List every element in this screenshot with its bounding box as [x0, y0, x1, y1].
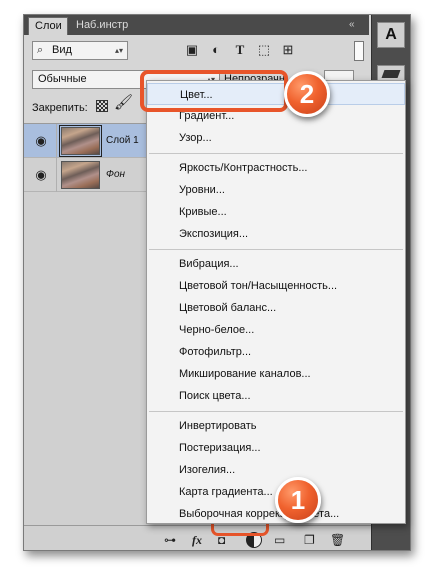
folder-icon[interactable]: ▭: [274, 532, 285, 548]
menu-item-color-lookup[interactable]: Поиск цвета...: [147, 385, 405, 407]
callout-step-1: 1: [275, 477, 321, 523]
menu-item-black-white[interactable]: Черно-белое...: [147, 319, 405, 341]
color-item-highlight: [140, 70, 288, 112]
screenshot-stage: Слои Наб.инстр « A ⌕ Вид ▴▾ ▣ ◐ T ⬚ ⊞ Об…: [0, 0, 433, 577]
menu-item-photo-filter[interactable]: Фотофильтр...: [147, 341, 405, 363]
trash-icon[interactable]: 🗑: [330, 532, 345, 548]
smart-object-filter-icon[interactable]: ⊞: [280, 42, 296, 58]
layer-name[interactable]: Фон: [106, 169, 125, 180]
type-filter-icon[interactable]: T: [232, 42, 248, 58]
tab-layers[interactable]: Слои: [28, 17, 68, 35]
spinner-icon: ▴▾: [114, 46, 123, 55]
divider: [56, 158, 57, 192]
layer-name[interactable]: Слой 1: [106, 135, 139, 146]
layer-thumbnail[interactable]: [61, 161, 100, 189]
menu-item-posterize[interactable]: Постеризация...: [147, 437, 405, 459]
menu-item-exposure[interactable]: Экспозиция...: [147, 223, 405, 245]
menu-separator: [149, 153, 403, 154]
panel-bottom-bar: ⊶ fx ◘ ▭ ❐ 🗑: [24, 525, 371, 550]
eye-icon[interactable]: ◉: [33, 167, 49, 183]
filter-toggle-switch[interactable]: [354, 41, 364, 61]
character-panel-button[interactable]: A: [377, 22, 405, 48]
tab-tool-presets[interactable]: Наб.инстр: [70, 17, 144, 35]
search-icon: ⌕: [37, 44, 44, 56]
adjustment-layer-menu: Цвет... Градиент... Узор... Яркость/Конт…: [146, 80, 406, 524]
blend-mode-label: Обычные: [38, 73, 87, 85]
menu-item-invert[interactable]: Инвертировать: [147, 415, 405, 437]
menu-item-color-balance[interactable]: Цветовой баланс...: [147, 297, 405, 319]
callout-step-2: 2: [284, 71, 330, 117]
layer-thumbnail[interactable]: [59, 125, 102, 157]
fx-icon[interactable]: fx: [192, 532, 202, 548]
menu-item-channel-mixer[interactable]: Микширование каналов...: [147, 363, 405, 385]
filter-kind-label: Вид: [52, 44, 72, 56]
menu-separator: [149, 411, 403, 412]
lock-image-pixels-icon[interactable]: 🖌: [114, 95, 133, 110]
link-icon[interactable]: ⊶: [164, 532, 176, 548]
lock-label: Закрепить:: [32, 102, 88, 114]
collapse-icon[interactable]: «: [349, 19, 355, 30]
menu-item-curves[interactable]: Кривые...: [147, 201, 405, 223]
menu-item-brightness-contrast[interactable]: Яркость/Контрастность...: [147, 157, 405, 179]
divider: [56, 124, 57, 158]
menu-item-hue-saturation[interactable]: Цветовой тон/Насыщенность...: [147, 275, 405, 297]
lock-transparent-pixels-icon[interactable]: [96, 100, 108, 112]
panel-tabbar: Слои Наб.инстр «: [24, 15, 369, 35]
menu-item-vibrance[interactable]: Вибрация...: [147, 253, 405, 275]
image-filter-icon[interactable]: ▣: [184, 42, 200, 58]
eye-icon[interactable]: ◉: [33, 133, 49, 149]
layer-filter-select[interactable]: ⌕ Вид ▴▾: [32, 41, 128, 60]
menu-item-pattern[interactable]: Узор...: [147, 127, 405, 149]
menu-item-levels[interactable]: Уровни...: [147, 179, 405, 201]
menu-item-threshold[interactable]: Изогелия...: [147, 459, 405, 481]
new-layer-icon[interactable]: ❐: [304, 532, 315, 548]
menu-separator: [149, 249, 403, 250]
filter-icons-group: ▣ ◐ T ⬚ ⊞: [184, 42, 304, 60]
shape-filter-icon[interactable]: ⬚: [256, 42, 272, 58]
adjustment-filter-icon[interactable]: ◐: [208, 42, 224, 58]
